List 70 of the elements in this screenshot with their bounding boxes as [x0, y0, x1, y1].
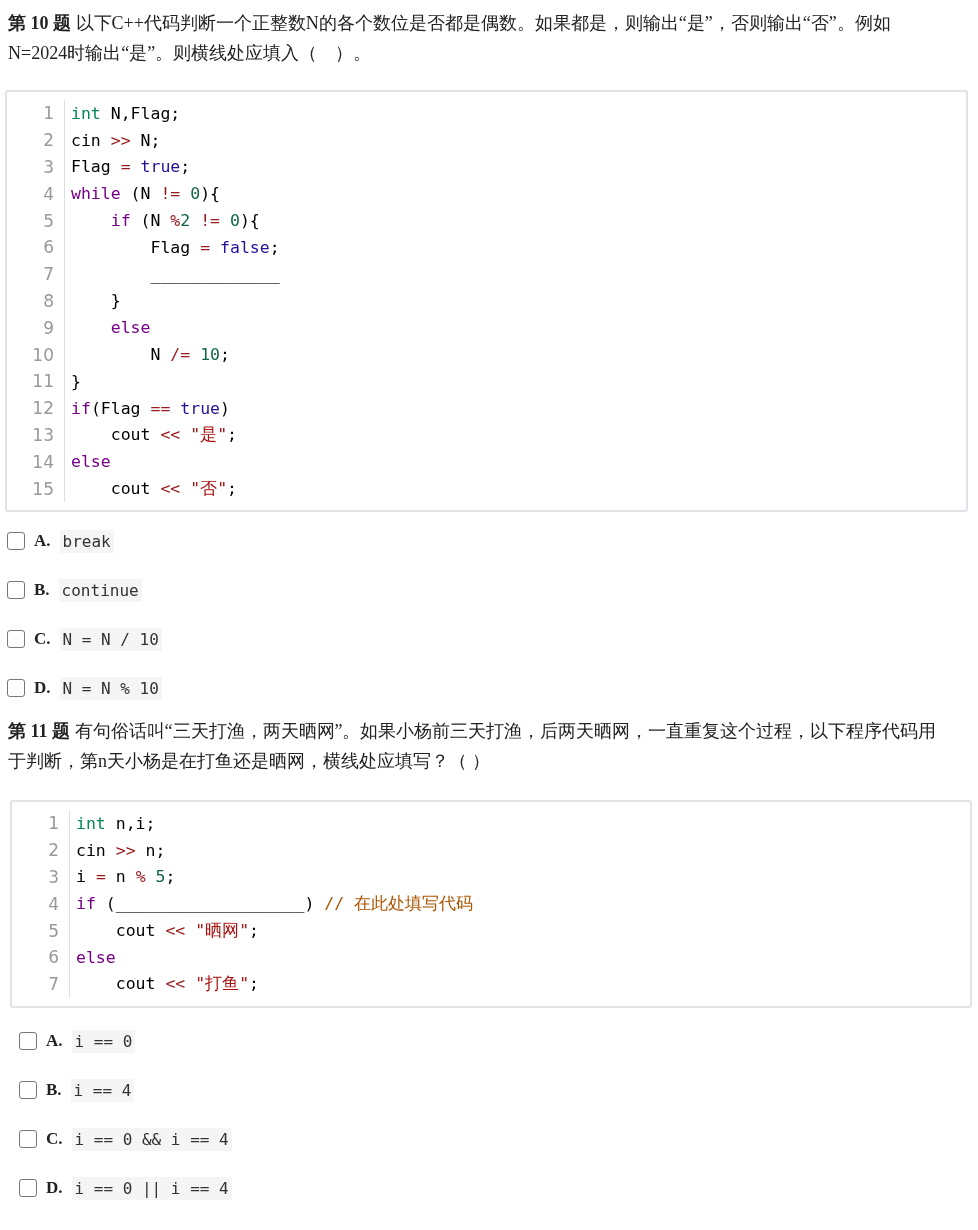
checkbox[interactable]: [7, 630, 25, 649]
line-number: 6: [7, 234, 65, 261]
code-line: cin >> n;: [75, 840, 166, 860]
code-line: cout << "否";: [109, 477, 238, 500]
checkbox[interactable]: [19, 1179, 37, 1198]
option-letter: A.: [34, 531, 51, 552]
line-number: 2: [12, 836, 70, 864]
checkbox[interactable]: [7, 532, 25, 551]
line-number: 4: [12, 890, 70, 918]
line-number: 6: [12, 943, 70, 971]
checkbox[interactable]: [19, 1081, 37, 1100]
line-number: 7: [12, 970, 70, 998]
checkbox[interactable]: [19, 1130, 37, 1149]
code-line: N /= 10;: [149, 345, 230, 365]
code-line: cout << "是";: [109, 423, 238, 446]
option-letter: D.: [46, 1178, 63, 1199]
option-code: N = N / 10: [59, 627, 162, 651]
code-line: cout << "晒网";: [114, 919, 260, 942]
line-number: 10: [7, 341, 65, 368]
code-line: i = n % 5;: [75, 867, 176, 887]
line-number: 1: [7, 100, 65, 127]
code-line: }: [109, 291, 121, 311]
question-text: 第 10 题 以下C++代码判断一个正整数N的各个数位是否都是偶数。如果都是，则输出“是”，否则输出“否”。例如N=2024时输出“是”。则横线处应填入（ ）。: [7, 12, 892, 65]
code-line: if (___________________) // 在此处填写代码: [75, 892, 474, 915]
line-number: 11: [7, 367, 65, 395]
line-number: 8: [7, 287, 65, 315]
line-number: 9: [7, 314, 65, 342]
line-number: 7: [7, 260, 65, 288]
line-number: 4: [7, 180, 65, 208]
line-number: 3: [7, 153, 65, 181]
code-line: else: [109, 318, 151, 338]
checkbox[interactable]: [7, 581, 25, 600]
line-number: 13: [7, 421, 65, 449]
option-code: i == 0 && i == 4: [71, 1127, 232, 1151]
line-number: 5: [7, 207, 65, 234]
option-letter: B.: [34, 580, 50, 601]
line-number: 2: [7, 126, 65, 154]
option-letter: C.: [46, 1129, 63, 1150]
line-number: 12: [7, 394, 65, 422]
option-code: i == 0: [71, 1029, 136, 1053]
code-line: }: [70, 371, 81, 391]
option-code: i == 4: [70, 1078, 135, 1102]
option-letter: C.: [34, 629, 51, 650]
code-line: while (N != 0){: [70, 184, 221, 204]
option-letter: D.: [34, 678, 51, 699]
code-line: if (N %2 != 0){: [109, 211, 260, 231]
code-line: else: [75, 947, 116, 967]
checkbox[interactable]: [19, 1032, 37, 1051]
option-code: continue: [58, 578, 142, 602]
option-letter: A.: [46, 1031, 63, 1052]
line-number: 14: [7, 448, 65, 476]
question-text: 第 11 题 有句俗话叫“三天打渔，两天晒网”。如果小杨前三天打渔，后两天晒网，一直重复这个过程，以下程序代码用于判断，第n天小杨是在打鱼还是晒网，横线处应填写？（ ）: [7, 719, 938, 773]
option-letter: B.: [46, 1080, 62, 1101]
line-number: 3: [12, 863, 70, 891]
code-line: cout << "打鱼";: [114, 973, 260, 996]
line-number: 1: [12, 809, 70, 837]
line-number: 5: [12, 917, 70, 944]
code-line: int n,i;: [75, 813, 156, 833]
code-line: _____________: [149, 264, 280, 284]
option-code: N = N % 10: [59, 676, 162, 700]
code-line: int N,Flag;: [70, 103, 181, 123]
code-line: if(Flag == true): [70, 398, 230, 418]
checkbox[interactable]: [7, 679, 25, 698]
code-line: cin >> N;: [70, 130, 161, 150]
code-line: Flag = false;: [149, 237, 280, 257]
code-line: else: [70, 452, 111, 472]
line-number: 15: [7, 475, 65, 502]
option-code: break: [59, 529, 114, 553]
code-line: Flag = true;: [70, 157, 191, 177]
option-code: i == 0 || i == 4: [71, 1176, 232, 1200]
